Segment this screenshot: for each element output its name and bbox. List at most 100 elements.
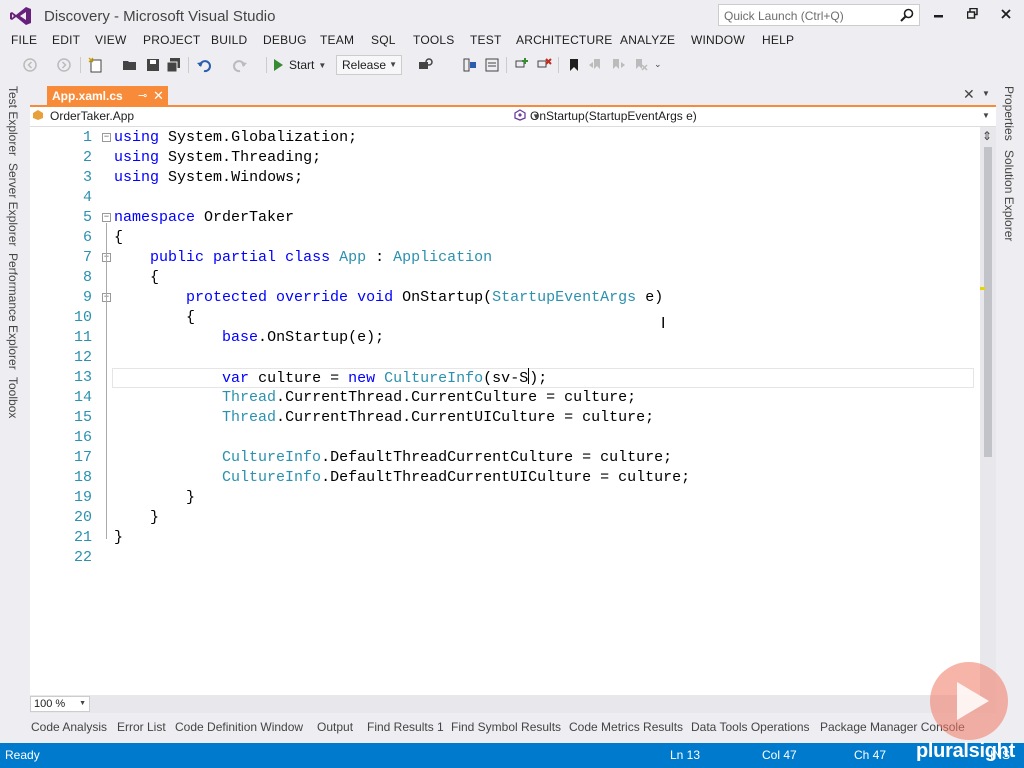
remove-breakpoint-icon[interactable]: [536, 57, 552, 73]
code-line[interactable]: 19 }: [30, 488, 980, 508]
tab-find-results-1[interactable]: Find Results 1: [367, 720, 444, 734]
code-text[interactable]: using System.Windows;: [114, 168, 303, 188]
menu-sql[interactable]: SQL: [371, 33, 396, 47]
member-dropdown[interactable]: OnStartup(StartupEventArgs e): [514, 109, 697, 123]
code-text[interactable]: CultureInfo.DefaultThreadCurrentUICultur…: [114, 468, 690, 488]
menu-team[interactable]: TEAM: [320, 33, 354, 47]
code-line[interactable]: 11 base.OnStartup(e);: [30, 328, 980, 348]
code-line[interactable]: 9− protected override void OnStartup(Sta…: [30, 288, 980, 308]
navigate-forward-icon[interactable]: [56, 57, 72, 73]
code-text[interactable]: Thread.CurrentThread.CurrentCulture = cu…: [114, 388, 636, 408]
code-text[interactable]: using System.Globalization;: [114, 128, 357, 148]
menu-view[interactable]: VIEW: [95, 33, 126, 47]
add-breakpoint-icon[interactable]: [514, 57, 530, 73]
undo-icon[interactable]: [196, 57, 212, 73]
code-text[interactable]: public partial class App : Application: [114, 248, 492, 268]
toolbar-overflow-icon[interactable]: ⌄: [654, 59, 662, 70]
code-line[interactable]: 6{: [30, 228, 980, 248]
find-in-files-icon[interactable]: [418, 57, 434, 73]
search-icon[interactable]: [899, 7, 915, 23]
menu-tools[interactable]: TOOLS: [413, 33, 454, 47]
quick-launch-input[interactable]: Quick Launch (Ctrl+Q): [718, 4, 920, 26]
redo-icon[interactable]: [232, 57, 248, 73]
tab-find-symbol-results[interactable]: Find Symbol Results: [451, 720, 561, 734]
type-dropdown[interactable]: OrderTaker.App ▼: [32, 109, 540, 125]
horizontal-scrollbar[interactable]: 100 % ▼: [30, 695, 996, 713]
tab-code-definition-window[interactable]: Code Definition Window: [175, 720, 303, 734]
navigate-back-icon[interactable]: [22, 57, 38, 73]
solution-explorer-icon[interactable]: [462, 57, 478, 73]
toolbox-tab[interactable]: Toolbox: [6, 377, 20, 418]
code-text[interactable]: {: [114, 228, 123, 248]
code-line[interactable]: 21}: [30, 528, 980, 548]
code-text[interactable]: {: [114, 268, 159, 288]
code-text[interactable]: protected override void OnStartup(Startu…: [114, 288, 663, 308]
tab-code-analysis[interactable]: Code Analysis: [31, 720, 107, 734]
menu-analyze[interactable]: ANALYZE: [620, 33, 675, 47]
code-line[interactable]: 15 Thread.CurrentThread.CurrentUICulture…: [30, 408, 980, 428]
save-icon[interactable]: [145, 57, 161, 73]
close-tab-icon[interactable]: ✕: [153, 88, 164, 104]
code-text[interactable]: }: [114, 488, 195, 508]
split-window-icon[interactable]: ⇕: [982, 129, 992, 143]
restore-button[interactable]: [959, 4, 985, 26]
code-text[interactable]: {: [114, 308, 195, 328]
code-line[interactable]: 18 CultureInfo.DefaultThreadCurrentUICul…: [30, 468, 980, 488]
menu-window[interactable]: WINDOW: [691, 33, 745, 47]
collapse-region-icon[interactable]: −: [102, 213, 111, 222]
code-text[interactable]: }: [114, 528, 123, 548]
close-document-icon[interactable]: ✕: [963, 86, 975, 103]
tab-list-chevron-icon[interactable]: ▼: [982, 89, 990, 98]
code-line[interactable]: 10 {: [30, 308, 980, 328]
solution-configuration-select[interactable]: Release ▼: [336, 55, 402, 75]
tab-output[interactable]: Output: [317, 720, 353, 734]
pin-icon[interactable]: ⊸: [138, 89, 147, 102]
new-project-icon[interactable]: [88, 57, 104, 73]
open-file-icon[interactable]: [122, 57, 138, 73]
code-line[interactable]: 5 − namespace OrderTaker: [30, 208, 980, 228]
code-editor[interactable]: 1− using System.Globalization; 2 using Syst…: [30, 127, 980, 695]
chevron-down-icon[interactable]: ▼: [318, 61, 326, 70]
code-line[interactable]: 4: [30, 188, 980, 208]
code-text[interactable]: Thread.CurrentThread.CurrentUICulture = …: [114, 408, 654, 428]
collapse-region-icon[interactable]: −: [102, 133, 111, 142]
solution-explorer-tab[interactable]: Solution Explorer: [1002, 150, 1016, 241]
code-line[interactable]: 7− public partial class App : Applicatio…: [30, 248, 980, 268]
code-line[interactable]: 20 }: [30, 508, 980, 528]
code-line[interactable]: 2 using System.Threading;: [30, 148, 980, 168]
document-tab-app-xaml-cs[interactable]: App.xaml.cs ⊸ ✕: [47, 86, 168, 106]
code-text[interactable]: namespace OrderTaker: [114, 208, 294, 228]
code-line[interactable]: 13 var culture = new CultureInfo(sv-S);: [30, 368, 980, 388]
code-text[interactable]: }: [114, 508, 159, 528]
code-line[interactable]: 3 using System.Windows;: [30, 168, 980, 188]
menu-architecture[interactable]: ARCHITECTURE: [516, 33, 612, 47]
menu-test[interactable]: TEST: [470, 33, 501, 47]
properties-window-icon[interactable]: [484, 57, 500, 73]
previous-bookmark-icon[interactable]: [588, 57, 604, 73]
vertical-scrollbar[interactable]: [980, 127, 996, 695]
code-text[interactable]: base.OnStartup(e);: [114, 328, 384, 348]
scrollbar-thumb[interactable]: [984, 147, 992, 457]
code-text[interactable]: CultureInfo.DefaultThreadCurrentCulture …: [114, 448, 672, 468]
zoom-level-select[interactable]: 100 % ▼: [30, 696, 90, 712]
save-all-icon[interactable]: [166, 57, 182, 73]
menu-help[interactable]: HELP: [762, 33, 794, 47]
chevron-down-icon[interactable]: ▼: [982, 111, 990, 120]
menu-debug[interactable]: DEBUG: [263, 33, 307, 47]
code-line[interactable]: 16: [30, 428, 980, 448]
code-text[interactable]: using System.Threading;: [114, 148, 321, 168]
code-text[interactable]: var culture = new CultureInfo(sv-S);: [114, 368, 547, 389]
code-line[interactable]: 14 Thread.CurrentThread.CurrentCulture =…: [30, 388, 980, 408]
code-line[interactable]: 22: [30, 548, 980, 568]
code-line[interactable]: 1 − using System.Globalization;: [30, 128, 980, 148]
minimize-button[interactable]: [926, 4, 952, 26]
menu-file[interactable]: FILE: [11, 33, 37, 47]
server-explorer-tab[interactable]: Server Explorer: [6, 163, 20, 246]
menu-project[interactable]: PROJECT: [143, 33, 200, 47]
tab-code-metrics-results[interactable]: Code Metrics Results: [569, 720, 683, 734]
start-debugging-button[interactable]: Start ▼: [274, 55, 326, 75]
performance-explorer-tab[interactable]: Performance Explorer: [6, 253, 20, 370]
tab-data-tools-operations[interactable]: Data Tools Operations: [691, 720, 810, 734]
menu-build[interactable]: BUILD: [211, 33, 247, 47]
menu-edit[interactable]: EDIT: [52, 33, 80, 47]
